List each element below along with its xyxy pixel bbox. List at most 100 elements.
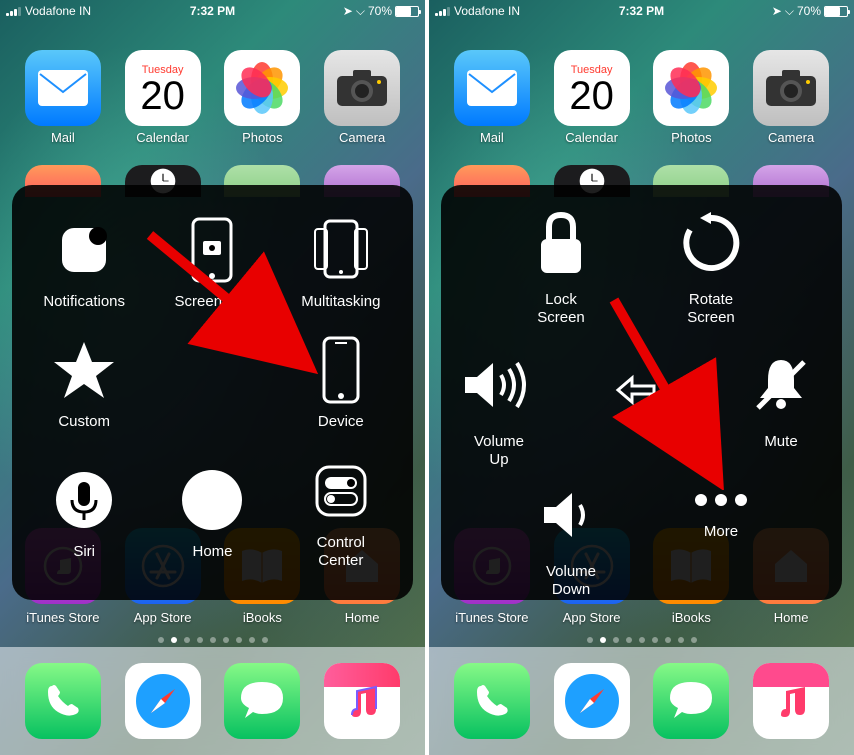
app-camera[interactable]: Camera	[317, 50, 407, 145]
app-calendar[interactable]: Tuesday 20 Calendar	[118, 50, 208, 145]
app-label: iTunes Store	[26, 610, 99, 625]
clock-label: 7:32 PM	[190, 4, 235, 18]
app-label: Photos	[671, 130, 711, 145]
app-phone[interactable]	[447, 663, 537, 739]
bluetooth-icon: ⌵	[356, 4, 365, 19]
app-label: Mail	[480, 130, 504, 145]
app-label: App Store	[563, 610, 621, 625]
app-label: iBooks	[243, 610, 282, 625]
clock-label: 7:32 PM	[619, 4, 664, 18]
music-icon	[324, 663, 400, 739]
at-label: More	[704, 523, 738, 541]
status-bar: Vodafone IN 7:32 PM ➤ ⌵ 70%	[429, 0, 854, 22]
at-label: Notifications	[43, 293, 125, 311]
at-control-center[interactable]: Control Center	[277, 444, 405, 582]
at-volume-up[interactable]: Volume Up	[459, 345, 539, 469]
location-icon: ➤	[343, 4, 353, 18]
app-mail[interactable]: Mail	[447, 50, 537, 145]
messages-icon	[224, 663, 300, 739]
app-label: Home	[774, 610, 809, 625]
status-bar: Vodafone IN 7:32 PM ➤ ⌵ 70%	[0, 0, 425, 22]
camera-icon	[324, 50, 400, 126]
app-label: Mail	[51, 130, 75, 145]
at-lock-screen[interactable]: Lock Screen	[521, 203, 601, 327]
app-label: Photos	[242, 130, 282, 145]
at-label: Volume Down	[546, 563, 596, 599]
app-messages[interactable]	[647, 663, 737, 739]
app-label: Calendar	[565, 130, 618, 145]
camera-icon	[753, 50, 829, 126]
battery-icon	[395, 6, 419, 17]
calendar-icon: Tuesday 20	[125, 50, 201, 126]
app-label: iBooks	[672, 610, 711, 625]
app-phone[interactable]	[18, 663, 108, 739]
at-label: Lock Screen	[537, 291, 585, 327]
app-photos[interactable]: Photos	[218, 50, 308, 145]
safari-icon	[554, 663, 630, 739]
home-circle-icon	[177, 465, 247, 535]
battery-icon	[824, 6, 848, 17]
at-custom[interactable]: Custom	[20, 323, 148, 443]
app-label: Camera	[339, 130, 385, 145]
phone-icon	[454, 663, 530, 739]
signal-icon	[6, 7, 21, 16]
rotate-icon	[671, 203, 751, 283]
app-label: iTunes Store	[455, 610, 528, 625]
app-label: Calendar	[136, 130, 189, 145]
dock	[0, 647, 425, 755]
app-label: Camera	[768, 130, 814, 145]
control-icon	[306, 456, 376, 526]
at-label: Siri	[73, 543, 95, 561]
page-dots[interactable]	[429, 637, 854, 643]
phone-icon	[25, 663, 101, 739]
dock	[429, 647, 854, 755]
bluetooth-icon: ⌵	[785, 4, 794, 19]
calendar-date: 20	[569, 76, 614, 116]
app-calendar[interactable]: Tuesday20 Calendar	[547, 50, 637, 145]
at-label: Device	[318, 413, 364, 431]
at-mute[interactable]: Mute	[741, 345, 821, 451]
at-label: Mute	[764, 433, 797, 451]
app-photos[interactable]: Photos	[647, 50, 737, 145]
screen-left: Vodafone IN 7:32 PM ➤ ⌵ 70% Mail Tuesday…	[0, 0, 425, 755]
volume-up-icon	[459, 345, 539, 425]
carrier-label: Vodafone IN	[25, 4, 91, 18]
photos-icon	[224, 50, 300, 126]
at-label: Control Center	[317, 534, 365, 570]
calendar-icon: Tuesday20	[554, 50, 630, 126]
at-home[interactable]: Home	[148, 444, 276, 582]
calendar-date: 20	[140, 76, 185, 116]
app-music[interactable]	[317, 663, 407, 739]
siri-icon	[49, 465, 119, 535]
star-icon	[49, 335, 119, 405]
battery-pct: 70%	[368, 4, 392, 18]
at-label: Home	[192, 543, 232, 561]
mail-icon	[25, 50, 101, 126]
app-camera[interactable]: Camera	[746, 50, 836, 145]
app-messages[interactable]	[218, 663, 308, 739]
signal-icon	[435, 7, 450, 16]
mute-icon	[741, 345, 821, 425]
at-label: Volume Up	[474, 433, 524, 469]
app-safari[interactable]	[547, 663, 637, 739]
app-music[interactable]	[746, 663, 836, 739]
annotation-arrow	[140, 225, 320, 380]
safari-icon	[125, 663, 201, 739]
messages-icon	[653, 663, 729, 739]
location-icon: ➤	[772, 4, 782, 18]
mail-icon	[454, 50, 530, 126]
battery-pct: 70%	[797, 4, 821, 18]
carrier-label: Vodafone IN	[454, 4, 520, 18]
at-more[interactable]: More	[681, 485, 761, 541]
lock-icon	[521, 203, 601, 283]
at-notifications[interactable]: Notifications	[20, 203, 148, 323]
screen-right: Vodafone IN 7:32 PM ➤ ⌵ 70% Mail Tuesday…	[429, 0, 854, 755]
page-dots[interactable]	[0, 637, 425, 643]
music-icon	[753, 663, 829, 739]
app-mail[interactable]: Mail	[18, 50, 108, 145]
annotation-arrow	[599, 290, 739, 490]
at-label: Custom	[58, 413, 110, 431]
app-safari[interactable]	[118, 663, 208, 739]
at-siri[interactable]: Siri	[20, 444, 148, 582]
at-volume-down[interactable]: Volume Down	[531, 475, 611, 599]
